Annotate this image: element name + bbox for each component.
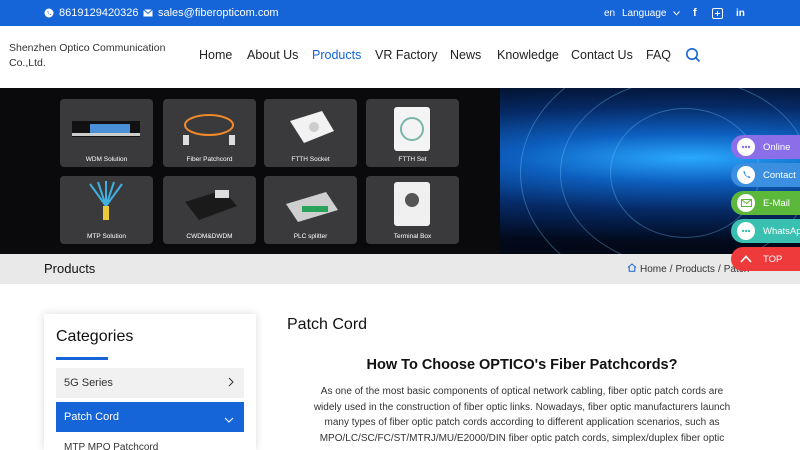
online-chat-button[interactable]: Online bbox=[731, 135, 800, 159]
email-button[interactable]: E-Mail bbox=[731, 191, 800, 215]
nav-vr-factory[interactable]: VR Factory bbox=[375, 48, 438, 62]
nav-about-us[interactable]: About Us bbox=[247, 48, 298, 62]
email-address: sales@fiberopticom.com bbox=[158, 7, 279, 19]
sidebar-heading: Categories bbox=[56, 328, 134, 345]
tile-plc-splitter[interactable]: PLC splitter bbox=[264, 176, 357, 244]
hero-banner: WDM Solution Fiber Patchcord FTTH Socket… bbox=[0, 88, 800, 254]
category-label: 5G Series bbox=[64, 377, 113, 389]
phone-number: 8619129420326 bbox=[59, 7, 139, 19]
whatsapp-icon bbox=[44, 8, 54, 18]
breadcrumb-products[interactable]: Products bbox=[675, 264, 714, 275]
category-patch-cord[interactable]: Patch Cord bbox=[56, 402, 244, 432]
tile-label: FTTH Socket bbox=[291, 156, 330, 163]
phone-info[interactable]: 8619129420326 bbox=[44, 0, 139, 26]
breadcrumb-separator: / bbox=[669, 263, 673, 275]
chevron-right-icon[interactable] bbox=[228, 377, 234, 390]
tile-mtp-solution[interactable]: MTP Solution bbox=[60, 176, 153, 244]
tile-label: FTTH Set bbox=[398, 156, 427, 163]
language-select[interactable]: Language bbox=[622, 0, 680, 26]
mail-icon bbox=[737, 194, 755, 212]
tile-label: Terminal Box bbox=[393, 233, 432, 240]
nav-contact-us[interactable]: Contact Us bbox=[571, 48, 633, 62]
breadcrumb-bar: Products Home / Products / Patch bbox=[0, 254, 800, 284]
company-name[interactable]: Shenzhen Optico Communication Co.,Ltd. bbox=[9, 41, 179, 71]
tile-label: WDM Solution bbox=[85, 156, 128, 163]
category-label: Patch Cord bbox=[64, 411, 120, 423]
float-label: WhatsApp bbox=[763, 225, 800, 237]
phone-icon bbox=[737, 166, 755, 184]
chat-bubble-icon bbox=[737, 138, 755, 156]
nav-knowledge[interactable]: Knowledge bbox=[497, 48, 559, 62]
article-heading: How To Choose OPTICO's Fiber Patchcords? bbox=[366, 357, 678, 373]
lang-code: en bbox=[604, 7, 616, 19]
chevron-down-icon[interactable] bbox=[224, 414, 234, 426]
tile-label: PLC splitter bbox=[293, 233, 328, 240]
linkedin-icon[interactable]: in bbox=[736, 0, 745, 26]
breadcrumb-separator: / bbox=[717, 263, 721, 275]
tile-fiber-patchcord[interactable]: Fiber Patchcord bbox=[163, 99, 256, 167]
chevron-down-icon bbox=[672, 8, 680, 19]
float-label: Contact bbox=[763, 169, 796, 181]
nav-products[interactable]: Products bbox=[312, 48, 361, 62]
mail-icon bbox=[143, 9, 153, 17]
tile-wdm-solution[interactable]: WDM Solution bbox=[60, 99, 153, 167]
facebook-icon[interactable]: f bbox=[693, 0, 697, 26]
whatsapp-icon bbox=[737, 222, 755, 240]
article-paragraph: As one of the most basic components of o… bbox=[313, 386, 731, 444]
language-label: Language bbox=[622, 7, 667, 19]
email-info[interactable]: sales@fiberopticom.com bbox=[143, 0, 279, 26]
nav-news[interactable]: News bbox=[450, 48, 481, 62]
page-title: Patch Cord bbox=[287, 316, 368, 333]
nav-home[interactable]: Home bbox=[199, 48, 232, 62]
search-icon[interactable] bbox=[685, 47, 701, 68]
back-to-top-button[interactable]: TOP bbox=[731, 247, 800, 271]
float-label: Online bbox=[763, 141, 791, 153]
float-label: TOP bbox=[763, 253, 783, 265]
share-icon[interactable] bbox=[712, 0, 723, 26]
contact-button[interactable]: Contact bbox=[731, 163, 800, 187]
tile-label: MTP Solution bbox=[87, 233, 126, 240]
site-header: Shenzhen Optico Communication Co.,Ltd. H… bbox=[0, 26, 800, 88]
tile-label: Fiber Patchcord bbox=[186, 156, 233, 163]
section-title: Products bbox=[44, 261, 96, 276]
heading-underline bbox=[56, 357, 108, 360]
tile-ftth-set[interactable]: FTTH Set bbox=[366, 99, 459, 167]
whatsapp-button[interactable]: WhatsApp bbox=[731, 219, 800, 243]
tile-ftth-socket[interactable]: FTTH Socket bbox=[264, 99, 357, 167]
home-icon bbox=[627, 263, 637, 275]
nav-faq[interactable]: FAQ bbox=[646, 48, 671, 62]
tile-terminal-box[interactable]: Terminal Box bbox=[366, 176, 459, 244]
category-5g-series[interactable]: 5G Series bbox=[56, 368, 244, 398]
tile-label: CWDM&DWDM bbox=[186, 233, 233, 240]
float-label: E-Mail bbox=[763, 197, 790, 209]
category-sidebar: Categories 5G Series Patch Cord MTP MPO … bbox=[44, 314, 256, 450]
breadcrumb-home[interactable]: Home bbox=[640, 264, 667, 275]
tile-cwdm-dwdm[interactable]: CWDM&DWDM bbox=[163, 176, 256, 244]
subcategory-mtp-mpo[interactable]: MTP MPO Patchcord bbox=[64, 442, 158, 450]
chevron-up-icon bbox=[737, 250, 755, 268]
top-contact-bar: 8619129420326 sales@fiberopticom.com en … bbox=[0, 0, 800, 26]
